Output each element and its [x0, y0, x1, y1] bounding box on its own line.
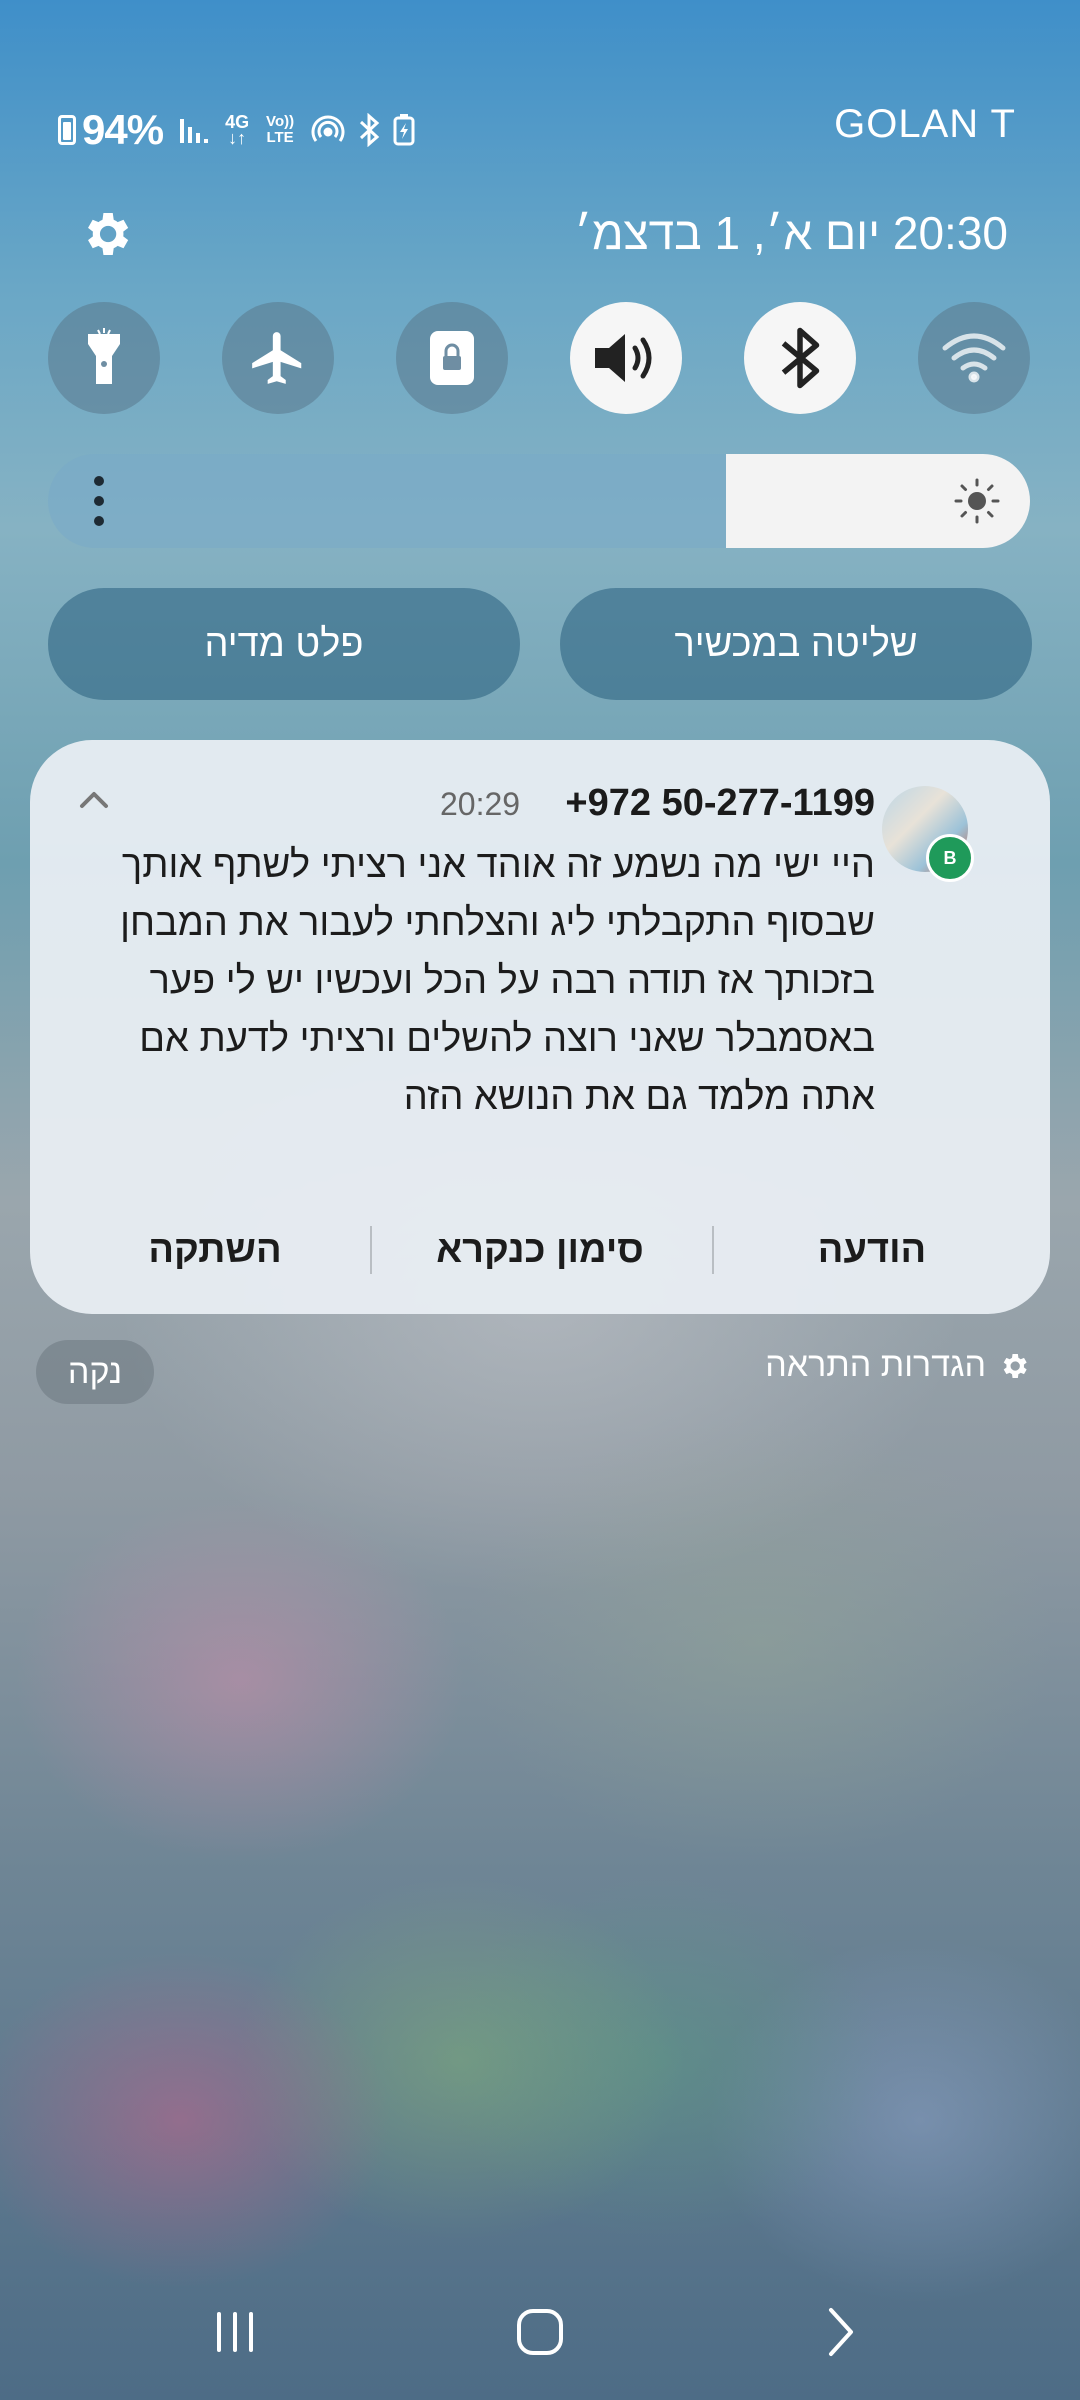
- data-arrows: ↓↑: [228, 128, 247, 148]
- toggle-flashlight[interactable]: [48, 302, 160, 414]
- notification-actions: הודעה סימון כנקרא השתקה: [30, 1200, 1050, 1300]
- toggle-airplane[interactable]: [222, 302, 334, 414]
- notification-sender: +972 50-277-1199: [565, 782, 875, 824]
- recents-icon: [217, 2312, 253, 2352]
- notification-message: היי ישי מה נשמע זה אוהד אני רציתי לשתף א…: [120, 844, 875, 1118]
- media-output-button[interactable]: פלט מדיה: [48, 588, 520, 700]
- notification-settings-button[interactable]: הגדרות התראה: [765, 1346, 1030, 1385]
- carrier-name: GOLAN T: [834, 102, 1016, 146]
- wifi-icon: [942, 333, 1006, 383]
- reply-button[interactable]: הודעה: [722, 1200, 1022, 1300]
- toggle-bluetooth[interactable]: [744, 302, 856, 414]
- airplane-icon: [252, 332, 302, 384]
- brightness-slider[interactable]: [48, 454, 1030, 548]
- signal-bars-icon: [179, 115, 213, 145]
- hotspot-icon: [311, 113, 345, 147]
- volte-icon: Vo)) LTE: [266, 113, 295, 146]
- battery-icon: [58, 115, 76, 145]
- home-button[interactable]: [500, 2300, 580, 2364]
- toggle-wifi[interactable]: [918, 302, 1030, 414]
- device-control-button[interactable]: שליטה במכשיר: [560, 588, 1032, 700]
- recents-button[interactable]: [200, 2300, 270, 2364]
- mark-as-read-button[interactable]: סימון כנקרא: [378, 1200, 702, 1300]
- mute-button[interactable]: השתקה: [70, 1200, 360, 1300]
- notification-time: 20:29: [440, 786, 521, 822]
- toggle-rotation-lock[interactable]: [396, 302, 508, 414]
- action-divider: [712, 1226, 714, 1274]
- toggle-sound[interactable]: [570, 302, 682, 414]
- notification-card[interactable]: B +972 50-277-1199 20:29 היי ישי מה נשמע…: [30, 740, 1050, 1314]
- rotation-lock-icon: [430, 331, 474, 385]
- clear-button[interactable]: נקה: [36, 1340, 154, 1404]
- status-bar-left: 94% 4G ↓↑ Vo)) LTE: [58, 102, 427, 158]
- gear-icon: [88, 213, 129, 255]
- settings-button[interactable]: [78, 206, 142, 270]
- sun-icon: [954, 478, 1000, 524]
- whatsapp-business-badge-icon: B: [926, 834, 974, 882]
- battery-saver-icon: [393, 114, 415, 146]
- flashlight-icon: [88, 328, 120, 384]
- 4g-data-icon: 4G ↓↑: [225, 113, 249, 148]
- back-icon: [829, 2308, 853, 2356]
- chevron-up-icon[interactable]: [74, 780, 114, 820]
- sound-icon: [595, 334, 652, 382]
- battery-percent: 94%: [82, 106, 164, 153]
- back-button[interactable]: [806, 2300, 876, 2364]
- badge-letter: B: [943, 847, 957, 868]
- more-options-icon[interactable]: [94, 476, 106, 526]
- bluetooth-icon: [781, 327, 820, 389]
- action-divider: [370, 1226, 372, 1274]
- home-icon: [517, 2309, 563, 2355]
- avatar[interactable]: B: [882, 786, 974, 882]
- gear-icon: [1003, 1353, 1027, 1378]
- date-time: 20:30 יום א׳, 1 בדצמ׳: [574, 207, 1008, 259]
- notification-settings-label: הגדרות התראה: [765, 1346, 986, 1384]
- bluetooth-icon: [357, 113, 381, 147]
